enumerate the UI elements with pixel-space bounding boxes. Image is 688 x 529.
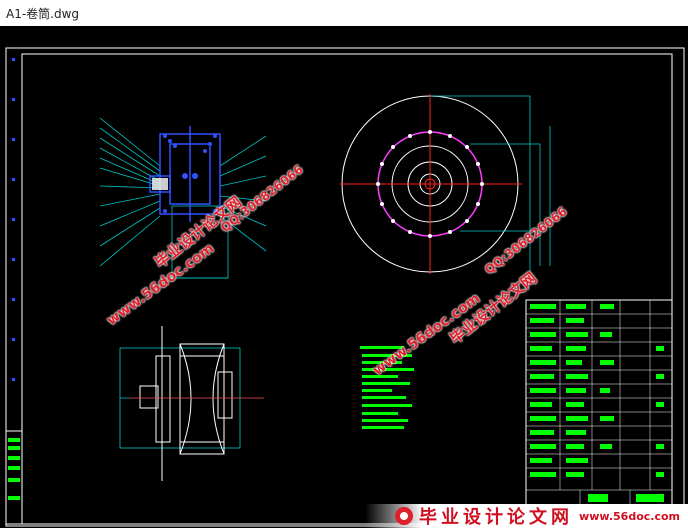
- banner-url: www.56doc.com: [579, 509, 680, 523]
- drum-side-view: [119, 326, 264, 481]
- site-banner: 毕业设计论文网 www.56doc.com: [365, 504, 688, 528]
- parts-list-table: [525, 299, 673, 525]
- window-title: A1-卷筒.dwg: [6, 6, 80, 21]
- drawing-svg: [5, 47, 685, 527]
- window-titlebar: A1-卷筒.dwg: [0, 0, 688, 26]
- cad-drawing-canvas[interactable]: www.56doc.com 毕业设计论文网 QQ:306826066 www.5…: [0, 26, 688, 528]
- left-margin-ticks: [12, 58, 15, 381]
- inner-frame: [21, 53, 673, 525]
- site-logo-icon: [395, 507, 414, 525]
- left-side-table: [5, 430, 23, 525]
- banner-site-name: 毕业设计论文网: [419, 507, 574, 528]
- outer-frame: [5, 47, 685, 527]
